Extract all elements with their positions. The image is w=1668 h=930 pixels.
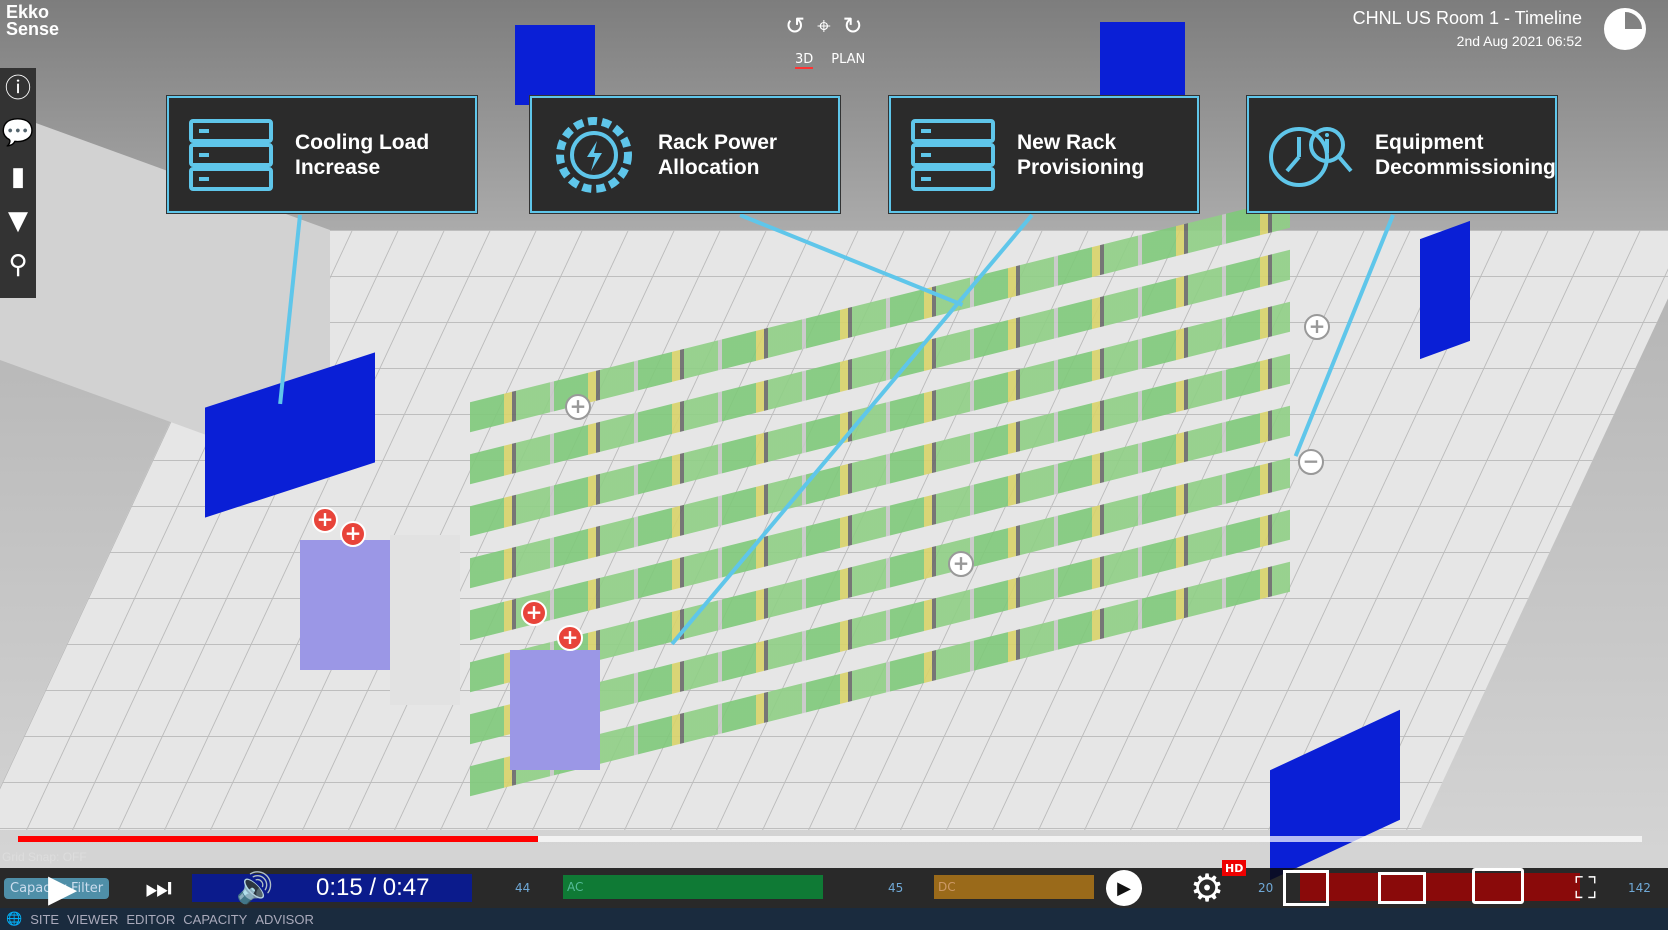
cooling-unit bbox=[1420, 220, 1470, 360]
nav-site[interactable]: SITE bbox=[30, 912, 59, 927]
clock-icon[interactable] bbox=[1604, 8, 1646, 50]
mode-3d-tab[interactable]: 3D bbox=[795, 52, 814, 69]
clock-search-icon bbox=[1267, 115, 1355, 195]
timeline-title: CHNL US Room 1 - Timeline bbox=[1352, 8, 1582, 28]
callout-rack-power[interactable]: Rack Power Allocation bbox=[530, 96, 840, 213]
callout-cooling-load[interactable]: Cooling Load Increase bbox=[167, 96, 477, 213]
dc-bar: DC bbox=[934, 875, 1094, 899]
timeline-header: CHNL US Room 1 - Timeline 2nd Aug 2021 0… bbox=[1353, 8, 1582, 49]
left-toolbar: ⓘ 💬 ▮ ▼ ⚲ bbox=[0, 68, 36, 298]
volume-icon[interactable]: 🔊 bbox=[236, 868, 273, 908]
nav-viewer[interactable]: VIEWER bbox=[67, 912, 118, 927]
power-gear-icon bbox=[550, 115, 638, 195]
callout-new-rack[interactable]: New Rack Provisioning bbox=[889, 96, 1199, 213]
view-controls: ↺ ⌖ ↻ bbox=[785, 12, 863, 40]
globe-icon: 🌐 bbox=[6, 911, 23, 926]
server-rack-icon bbox=[909, 115, 997, 195]
info-icon[interactable]: ⓘ bbox=[5, 72, 31, 106]
grid-snap-status: Grid Snap: OFF bbox=[2, 850, 87, 864]
filter-icon[interactable]: ▼ bbox=[8, 204, 28, 238]
app-page: + + + + + + + − Cooling Load Increase Rac… bbox=[0, 0, 1668, 930]
fullscreen-button[interactable]: ⛶ bbox=[1575, 868, 1596, 908]
callout-label: Equipment Decommissioning bbox=[1375, 130, 1556, 179]
chat-icon[interactable]: 💬 bbox=[2, 116, 34, 150]
callout-label: Rack Power Allocation bbox=[658, 130, 778, 179]
cooling-unit bbox=[1100, 22, 1185, 97]
add-marker[interactable]: + bbox=[557, 625, 583, 651]
server-rack-icon bbox=[187, 115, 275, 195]
value-44: 44 bbox=[515, 881, 531, 895]
rack bbox=[510, 650, 600, 770]
add-marker[interactable]: + bbox=[948, 551, 974, 577]
progress-fill bbox=[18, 836, 538, 842]
add-marker[interactable]: + bbox=[312, 507, 338, 533]
callout-equipment[interactable]: Equipment Decommissioning bbox=[1247, 96, 1557, 213]
settings-gear-icon[interactable]: ⚙ bbox=[1190, 866, 1224, 910]
ac-bar: AC bbox=[563, 875, 823, 899]
time-display: 0:15 / 0:47 bbox=[316, 874, 430, 901]
value-45: 45 bbox=[888, 881, 904, 895]
remove-marker[interactable]: − bbox=[1298, 449, 1324, 475]
app-nav: 🌐 SITE VIEWER EDITOR CAPACITY ADVISOR bbox=[0, 908, 1668, 930]
callout-label: New Rack Provisioning bbox=[1017, 130, 1145, 179]
red-bar bbox=[1300, 873, 1580, 901]
nav-advisor[interactable]: ADVISOR bbox=[255, 912, 314, 927]
cast-button[interactable] bbox=[1472, 868, 1524, 904]
miniplayer-button[interactable] bbox=[1283, 870, 1329, 906]
value-142: 142 bbox=[1628, 881, 1651, 895]
play-button[interactable]: ▶ bbox=[48, 866, 77, 910]
theater-mode-button[interactable] bbox=[1378, 872, 1426, 904]
next-button[interactable]: ⏭ bbox=[145, 868, 172, 908]
add-marker[interactable]: + bbox=[340, 521, 366, 547]
cooling-unit bbox=[515, 25, 595, 105]
search-icon[interactable]: ⚲ bbox=[8, 248, 27, 282]
rack bbox=[300, 540, 390, 670]
timeline-date: 2nd Aug 2021 06:52 bbox=[1456, 33, 1582, 49]
chart-icon[interactable]: ▮ bbox=[11, 160, 25, 194]
value-20: 20 bbox=[1258, 881, 1274, 895]
nav-editor[interactable]: EDITOR bbox=[126, 912, 175, 927]
pillar bbox=[390, 535, 460, 705]
hd-badge: HD bbox=[1222, 860, 1247, 876]
nav-capacity[interactable]: CAPACITY bbox=[183, 912, 247, 927]
autoplay-toggle[interactable]: ▶ bbox=[1106, 870, 1142, 906]
add-marker[interactable]: + bbox=[565, 394, 591, 420]
rotate-right-icon[interactable]: ↻ bbox=[843, 12, 863, 40]
center-view-icon[interactable]: ⌖ bbox=[817, 12, 831, 40]
mode-plan-tab[interactable]: PLAN bbox=[831, 52, 865, 69]
ekko-sense-logo: Ekko Sense bbox=[6, 2, 60, 39]
video-progress-bar[interactable] bbox=[18, 836, 1642, 842]
callout-label: Cooling Load Increase bbox=[295, 130, 430, 179]
add-marker[interactable]: + bbox=[521, 600, 547, 626]
rotate-left-icon[interactable]: ↺ bbox=[785, 12, 805, 40]
add-marker[interactable]: + bbox=[1304, 314, 1330, 340]
